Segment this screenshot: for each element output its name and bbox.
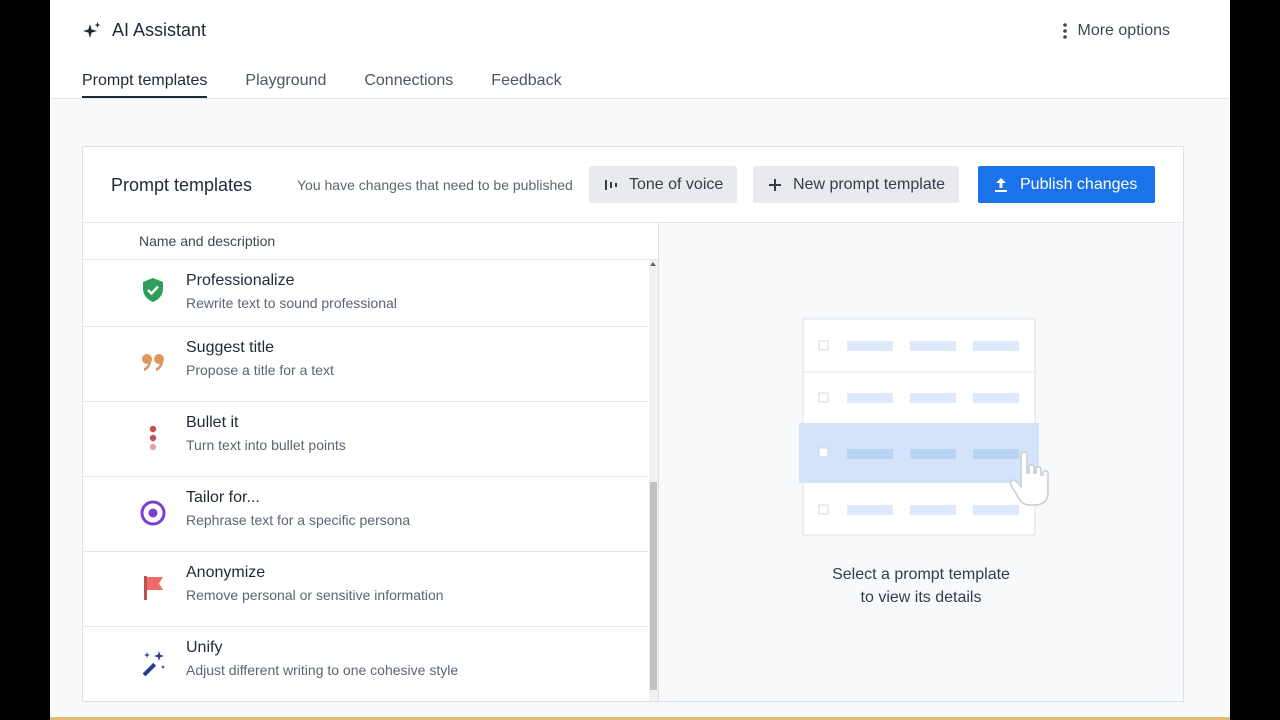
title-row: AI Assistant [82,20,206,41]
template-row-suggest-title[interactable]: Suggest title Propose a title for a text [83,327,648,402]
new-prompt-template-label: New prompt template [793,175,946,193]
more-options-label: More options [1077,22,1171,39]
tone-of-voice-button[interactable]: Tone of voice [589,166,738,203]
empty-state-line-1: Select a prompt template [832,566,1010,583]
template-detail-pane: Select a prompt template to view its det… [659,223,1183,701]
template-rows: Professionalize Rewrite text to sound pr… [83,260,648,701]
equalizer-icon [605,179,617,190]
template-description: Propose a title for a text [186,362,334,378]
template-name: Bullet it [186,414,239,431]
tab-prompt-templates[interactable]: Prompt templates [82,72,208,98]
scrollbar-thumb[interactable] [650,482,657,690]
app-window: AI Assistant More options Prompt templat… [50,0,1230,720]
tone-of-voice-label: Tone of voice [629,175,724,193]
template-description: Turn text into bullet points [186,437,346,453]
magic-wand-icon [142,651,165,677]
unpublished-notice: You have changes that need to be publish… [297,177,573,193]
template-row-tailor-for[interactable]: Tailor for... Rephrase text for a specif… [83,477,648,552]
tab-playground[interactable]: Playground [245,72,326,98]
template-description: Rephrase text for a specific persona [186,512,411,528]
template-name: Unify [186,639,223,656]
tab-connections[interactable]: Connections [364,72,453,98]
template-name: Suggest title [186,339,275,356]
publish-changes-label: Publish changes [1020,175,1138,193]
sparkle-icon [83,21,101,38]
template-list: Name and description Professionalize Rew… [83,223,659,701]
new-prompt-template-button[interactable]: New prompt template [753,166,960,203]
template-name: Tailor for... [186,489,260,506]
upload-icon [995,177,1007,192]
template-description: Rewrite text to sound professional [186,295,397,311]
template-row-professionalize[interactable]: Professionalize Rewrite text to sound pr… [83,260,648,327]
template-name: Anonymize [186,564,266,581]
target-icon [140,500,166,526]
more-options-button[interactable]: More options [1062,22,1171,40]
scroll-up-arrow-icon[interactable] [650,262,656,266]
panel-title: Prompt templates [111,175,253,195]
tab-feedback[interactable]: Feedback [491,72,561,98]
template-description: Adjust different writing to one cohesive… [186,662,459,678]
list-scrollbar[interactable] [649,260,658,701]
plus-icon [769,178,781,191]
column-header-name: Name and description [83,223,658,260]
kebab-menu-icon [1062,23,1067,39]
quote-icon [142,354,164,371]
prompt-templates-panel: Prompt templates You have changes that n… [82,146,1184,702]
template-row-unify[interactable]: Unify Adjust different writing to one co… [83,627,648,701]
template-name: Professionalize [186,272,295,289]
empty-state-line-2: to view its details [860,589,982,606]
tab-bar: Prompt templates Playground Connections … [82,72,562,98]
app-title: AI Assistant [112,20,207,40]
publish-changes-button[interactable]: Publish changes [978,166,1155,203]
header: AI Assistant More options Prompt templat… [50,0,1230,99]
flag-icon [144,576,163,600]
table-illustration [799,318,1049,536]
template-row-bullet-it[interactable]: Bullet it Turn text into bullet points [83,402,648,477]
template-row-anonymize[interactable]: Anonymize Remove personal or sensitive i… [83,552,648,627]
template-description: Remove personal or sensitive information [186,587,444,603]
panel-header: Prompt templates You have changes that n… [83,147,1183,223]
empty-state-message: Select a prompt template to view its det… [659,563,1183,609]
bullets-icon [149,425,157,451]
shield-check-icon [143,278,163,302]
